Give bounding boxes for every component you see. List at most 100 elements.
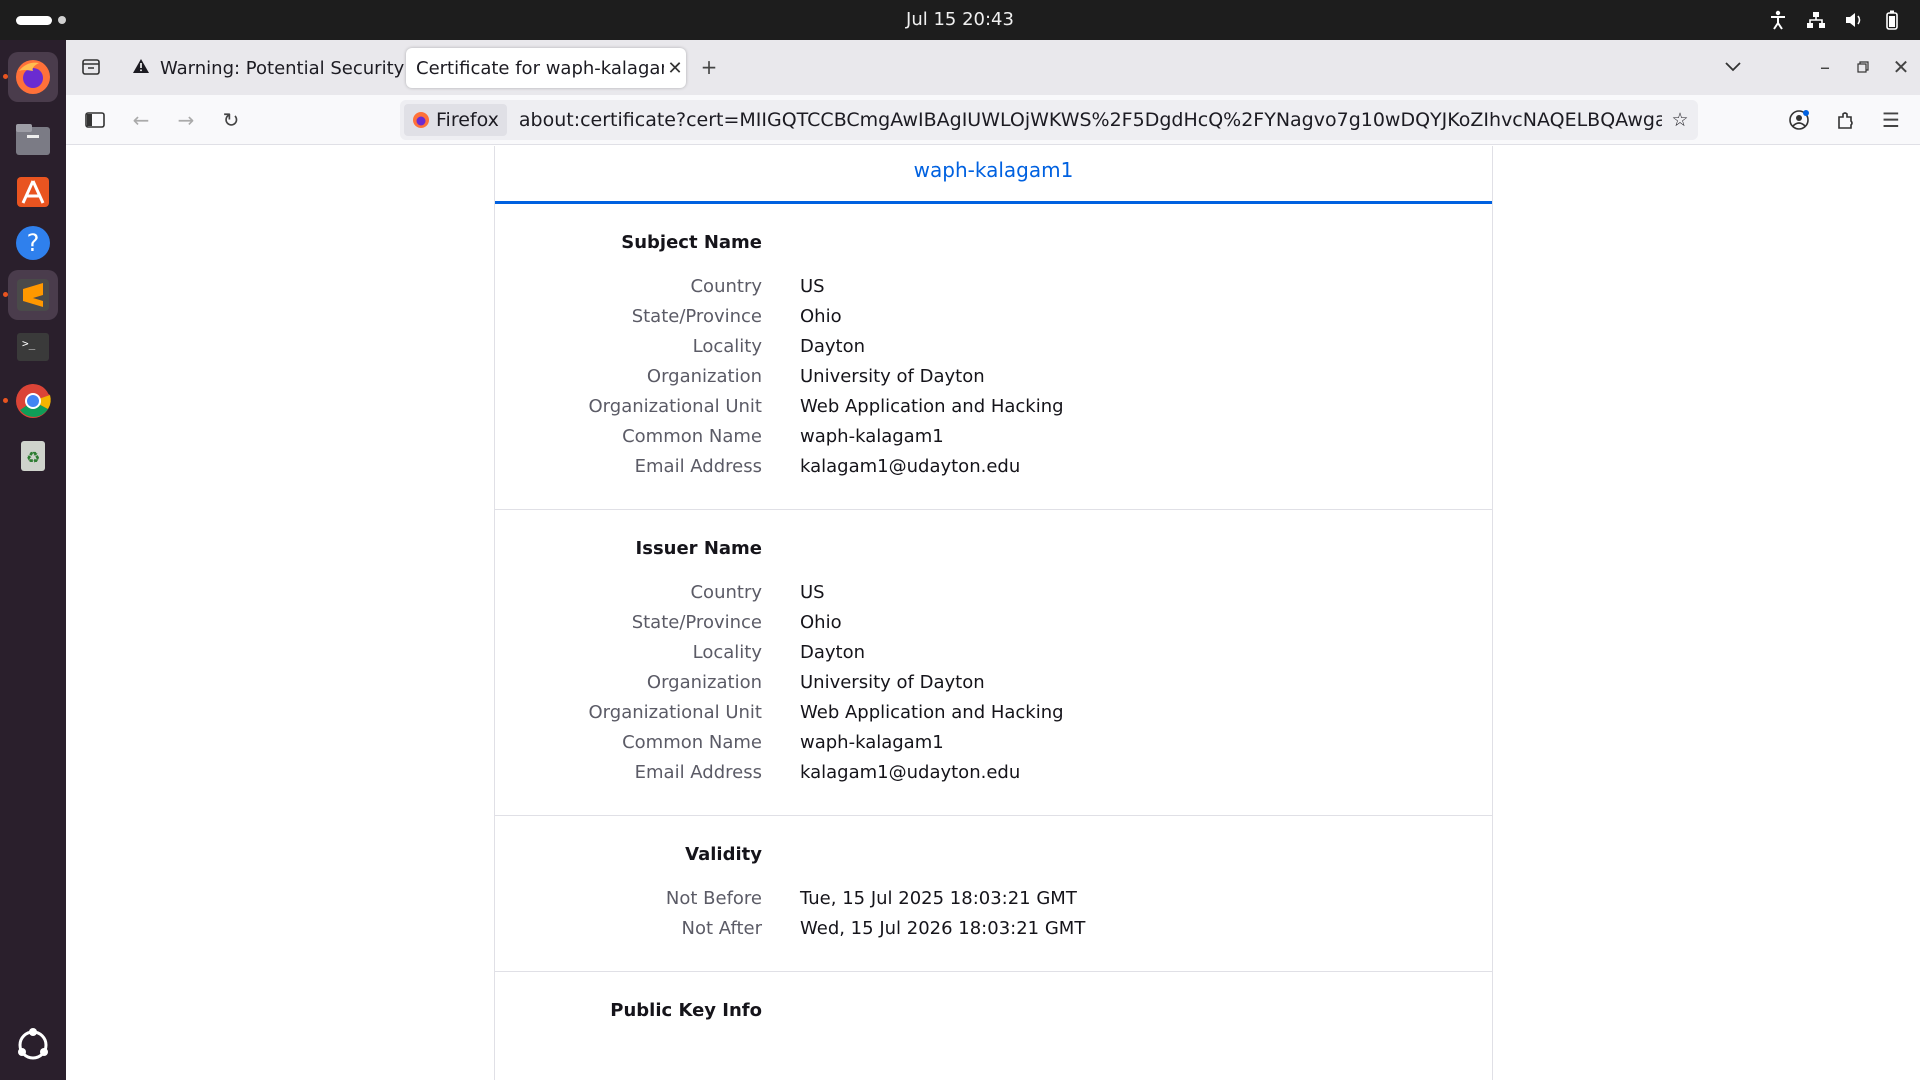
- field-value: US: [800, 581, 825, 603]
- svg-text:?: ?: [27, 229, 40, 257]
- field-label: Organization: [646, 365, 762, 387]
- dock: ? >_ ♻: [0, 40, 66, 1080]
- bookmark-star-icon[interactable]: ☆: [1662, 109, 1698, 131]
- svg-text:>_: >_: [22, 337, 36, 350]
- help-dock-icon[interactable]: ?: [8, 218, 58, 268]
- show-apps-icon[interactable]: [8, 1020, 58, 1070]
- info-row: Country US: [495, 577, 1492, 607]
- info-row: Email Address kalagam1@udayton.edu: [495, 451, 1492, 481]
- section-title: Subject Name: [621, 232, 762, 253]
- volume-icon[interactable]: [1842, 8, 1866, 32]
- firefox-window: Warning: Potential Security Risk Ahead ✕…: [66, 40, 1920, 1080]
- info-row: Common Name waph-kalagam1: [495, 421, 1492, 451]
- back-button[interactable]: ←: [126, 105, 156, 135]
- reload-button[interactable]: ↻: [216, 105, 246, 135]
- field-label: Email Address: [634, 761, 762, 783]
- terminal-dock-icon[interactable]: >_: [8, 322, 58, 372]
- url-text[interactable]: about:certificate?cert=MIIGQTCCBCmgAwIBA…: [507, 109, 1662, 131]
- account-icon[interactable]: [1784, 105, 1814, 135]
- field-label: State/Province: [631, 611, 762, 633]
- field-value: University of Dayton: [800, 365, 985, 387]
- navigation-toolbar: ← → ↻ Firefox about:certificate?cert=MII…: [66, 95, 1920, 145]
- system-clock[interactable]: Jul 15 20:43: [0, 9, 1920, 30]
- field-label: Organizational Unit: [588, 701, 762, 723]
- section-title: Public Key Info: [610, 1000, 762, 1021]
- sidebar-toggle-icon[interactable]: [80, 105, 110, 135]
- menu-icon[interactable]: ☰: [1876, 105, 1906, 135]
- field-label: Country: [690, 275, 762, 297]
- certificate-page: waph-kalagam1 Subject Name Country US Sta…: [66, 146, 1920, 1080]
- battery-icon[interactable]: [1880, 8, 1904, 32]
- field-label: Organizational Unit: [588, 395, 762, 417]
- info-row: Not Before Tue, 15 Jul 2025 18:03:21 GMT: [495, 883, 1492, 913]
- field-value: Ohio: [800, 305, 842, 327]
- app-center-dock-icon[interactable]: [8, 166, 58, 216]
- field-value: waph-kalagam1: [800, 731, 944, 753]
- network-icon[interactable]: [1804, 8, 1828, 32]
- forward-button[interactable]: →: [171, 105, 201, 135]
- validity-section: Validity Not Before Tue, 15 Jul 2025 18:0…: [495, 816, 1492, 972]
- field-label: Country: [690, 581, 762, 603]
- field-value: US: [800, 275, 825, 297]
- files-dock-icon[interactable]: [8, 114, 58, 164]
- close-tab-icon[interactable]: ✕: [664, 58, 686, 79]
- accessibility-icon[interactable]: [1766, 8, 1790, 32]
- field-label: State/Province: [631, 305, 762, 327]
- field-label: Not After: [681, 917, 762, 939]
- field-value: Dayton: [800, 335, 866, 357]
- info-row: Common Name waph-kalagam1: [495, 727, 1492, 757]
- info-row: Locality Dayton: [495, 331, 1492, 361]
- trash-dock-icon[interactable]: ♻: [8, 430, 58, 480]
- field-value: Dayton: [800, 641, 866, 663]
- chrome-dock-icon[interactable]: [8, 376, 58, 426]
- field-label: Locality: [692, 641, 762, 663]
- info-row: Organization University of Dayton: [495, 361, 1492, 391]
- list-tabs-icon[interactable]: [1718, 52, 1748, 82]
- info-row: Country US: [495, 271, 1492, 301]
- field-value: Ohio: [800, 611, 842, 633]
- close-window-button[interactable]: ✕: [1886, 52, 1916, 82]
- field-value: Tue, 15 Jul 2025 18:03:21 GMT: [800, 887, 1077, 909]
- address-bar[interactable]: Firefox about:certificate?cert=MIIGQTCCB…: [400, 100, 1698, 140]
- section-title: Validity: [685, 844, 762, 865]
- identity-box[interactable]: Firefox: [404, 104, 507, 136]
- tab-certificate[interactable]: Certificate for waph-kalagam1 ✕: [406, 48, 686, 88]
- sublime-text-dock-icon[interactable]: [8, 270, 58, 320]
- field-label: Locality: [692, 335, 762, 357]
- field-label: Common Name: [622, 425, 762, 447]
- info-row: Organizational Unit Web Application and H…: [495, 697, 1492, 727]
- info-row: State/Province Ohio: [495, 607, 1492, 637]
- public-key-info-section: Public Key Info: [495, 972, 1492, 1067]
- issuer-name-section: Issuer Name Country US State/Province Ohio…: [495, 510, 1492, 816]
- tab-strip: Warning: Potential Security Risk Ahead ✕…: [66, 40, 1920, 95]
- system-top-bar: Jul 15 20:43: [0, 0, 1920, 40]
- field-label: Email Address: [634, 455, 762, 477]
- new-tab-button[interactable]: +: [694, 52, 724, 82]
- firefox-view-icon[interactable]: [76, 52, 106, 82]
- certificate-viewer: waph-kalagam1 Subject Name Country US Sta…: [494, 146, 1493, 1080]
- field-value: kalagam1@udayton.edu: [800, 761, 1021, 783]
- subject-name-section: Subject Name Country US State/Province Ohi…: [495, 204, 1492, 510]
- section-title: Issuer Name: [635, 538, 762, 559]
- warning-icon: [120, 58, 150, 79]
- field-value: Wed, 15 Jul 2026 18:03:21 GMT: [800, 917, 1086, 939]
- minimize-button[interactable]: –: [1810, 52, 1840, 82]
- field-value: kalagam1@udayton.edu: [800, 455, 1021, 477]
- info-row: State/Province Ohio: [495, 301, 1492, 331]
- info-row: Locality Dayton: [495, 637, 1492, 667]
- field-value: Web Application and Hacking: [800, 701, 1064, 723]
- tab-label: Certificate for waph-kalagam1: [416, 57, 664, 79]
- certificate-tab-title[interactable]: waph-kalagam1: [495, 146, 1492, 204]
- firefox-dock-icon[interactable]: [8, 52, 58, 102]
- field-label: Common Name: [622, 731, 762, 753]
- field-value: Web Application and Hacking: [800, 395, 1064, 417]
- field-label: Organization: [646, 671, 762, 693]
- identity-label: Firefox: [436, 109, 499, 131]
- extensions-icon[interactable]: [1830, 105, 1860, 135]
- svg-text:♻: ♻: [26, 448, 40, 467]
- field-value: University of Dayton: [800, 671, 985, 693]
- firefox-logo-icon: [413, 112, 429, 128]
- info-row: Organizational Unit Web Application and H…: [495, 391, 1492, 421]
- maximize-button[interactable]: [1848, 52, 1878, 82]
- info-row: Organization University of Dayton: [495, 667, 1492, 697]
